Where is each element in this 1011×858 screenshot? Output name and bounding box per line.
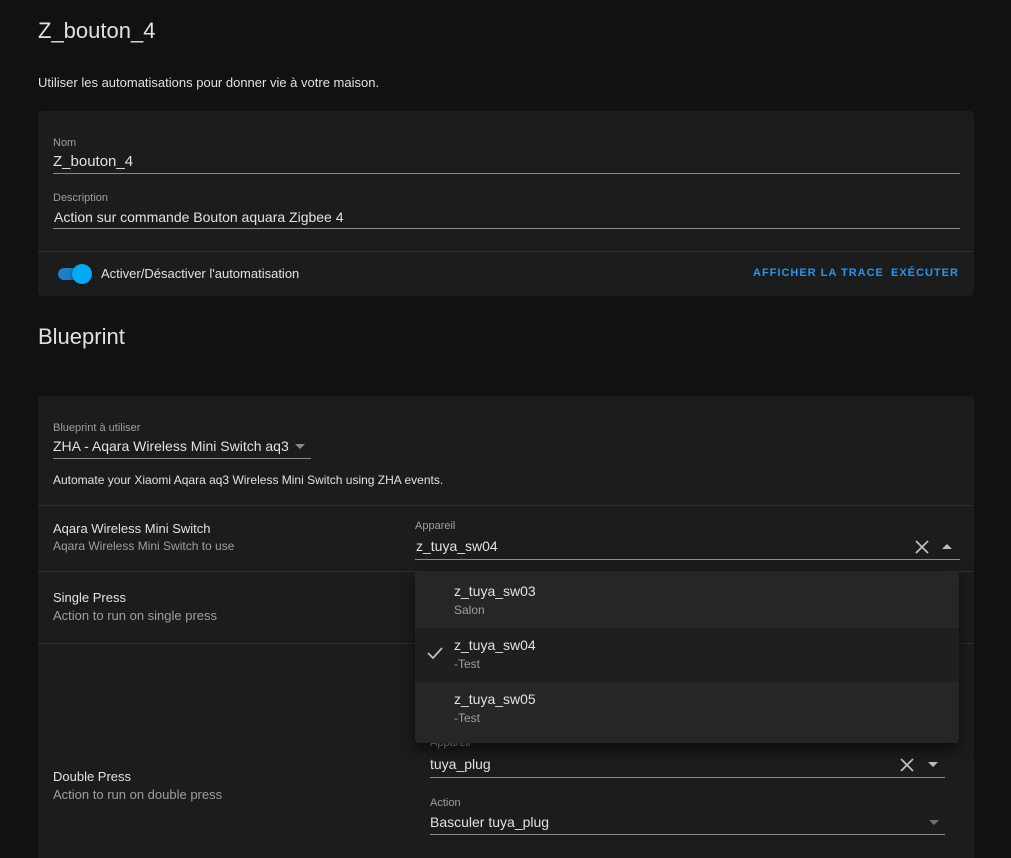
double-press-action-underline	[430, 834, 945, 835]
blueprint-section-title: Blueprint	[38, 324, 125, 349]
blueprint-select-value[interactable]: ZHA - Aqara Wireless Mini Switch aq3	[53, 438, 289, 454]
description-label: Description	[53, 192, 109, 204]
device-picker-label: Appareil	[415, 520, 456, 532]
double-press-action-label: Action	[430, 797, 461, 809]
chevron-up-icon[interactable]	[942, 544, 952, 550]
option-name: z_tuya_sw03	[454, 583, 536, 599]
chevron-down-icon[interactable]	[929, 820, 939, 826]
run-button[interactable]: EXÉCUTER	[891, 267, 959, 279]
description-input[interactable]: Action sur commande Bouton aquara Zigbee…	[54, 209, 344, 225]
option-area: -Test	[454, 657, 481, 671]
input-desc-switch: Aqara Wireless Mini Switch to use	[53, 539, 235, 553]
chevron-down-icon[interactable]	[928, 762, 938, 768]
clear-icon[interactable]	[900, 758, 914, 772]
device-picker-value[interactable]: z_tuya_sw04	[416, 538, 498, 554]
clear-icon[interactable]	[915, 540, 929, 554]
name-input[interactable]: Z_bouton_4	[53, 153, 133, 170]
double-press-device-underline	[430, 777, 945, 778]
double-press-device-value[interactable]: tuya_plug	[430, 756, 491, 772]
double-press-action-value[interactable]: Basculer tuya_plug	[430, 814, 549, 830]
input-desc-single-press: Action to run on single press	[53, 608, 218, 623]
option-area: Salon	[454, 603, 485, 617]
card-divider	[38, 251, 974, 252]
device-picker-underline	[415, 559, 960, 560]
toggle-label: Activer/Désactiver l'automatisation	[101, 266, 300, 281]
option-area: -Test	[454, 711, 481, 725]
blueprint-select-label: Blueprint à utiliser	[53, 422, 141, 434]
description-underline	[53, 228, 960, 229]
toggle-knob[interactable]	[72, 264, 92, 284]
option-name: z_tuya_sw04	[454, 637, 536, 653]
input-title-switch: Aqara Wireless Mini Switch	[53, 521, 211, 536]
input-title-double-press: Double Press	[53, 769, 132, 784]
page-subtitle: Utiliser les automatisations pour donner…	[38, 75, 380, 90]
show-trace-button[interactable]: AFFICHER LA TRACE	[753, 267, 884, 279]
blueprint-description: Automate your Xiaomi Aqara aq3 Wireless …	[53, 473, 444, 487]
input-title-single-press: Single Press	[53, 590, 126, 605]
dropdown-option[interactable]: z_tuya_sw03 Salon	[415, 571, 959, 625]
blueprint-select-underline	[53, 458, 311, 459]
name-label: Nom	[53, 137, 77, 149]
check-icon	[427, 647, 443, 659]
row-divider	[38, 505, 974, 506]
details-card: Nom Z_bouton_4 Description Action sur co…	[38, 111, 974, 296]
input-desc-double-press: Action to run on double press	[53, 787, 223, 802]
chevron-down-icon[interactable]	[295, 444, 305, 450]
page-title: Z_bouton_4	[38, 18, 156, 43]
name-underline	[53, 173, 960, 174]
device-dropdown-menu: z_tuya_sw03 Salon z_tuya_sw04 -Test z_tu…	[415, 571, 959, 743]
dropdown-option-selected[interactable]: z_tuya_sw04 -Test	[415, 628, 959, 682]
dropdown-option[interactable]: z_tuya_sw05 -Test	[415, 682, 959, 736]
option-name: z_tuya_sw05	[454, 691, 536, 707]
